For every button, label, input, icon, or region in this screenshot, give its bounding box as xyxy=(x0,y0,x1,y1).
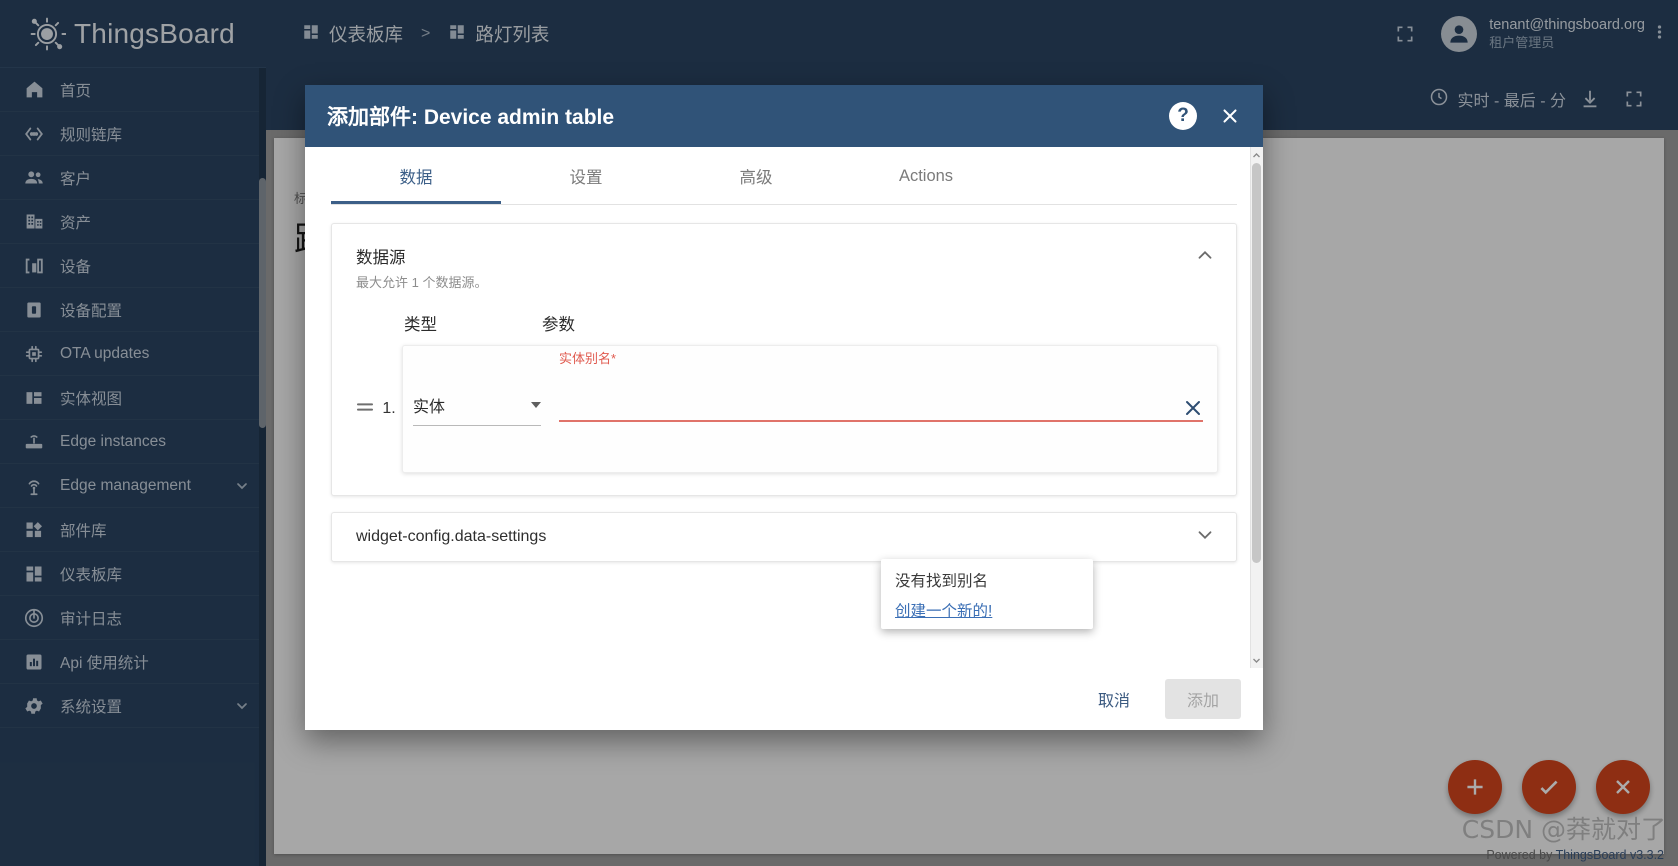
add-widget-dialog: 添加部件: Device admin table ? 数据 设置 高级 xyxy=(305,85,1263,730)
data-settings-panel-title: widget-config.data-settings xyxy=(356,528,1194,546)
tab-label: 数据 xyxy=(400,164,433,188)
required-mark: * xyxy=(611,351,616,366)
close-icon[interactable] xyxy=(1215,101,1245,131)
datasource-type-select[interactable]: 实体 xyxy=(413,393,541,426)
dialog-title: 添加部件: Device admin table xyxy=(327,101,1169,131)
data-settings-panel[interactable]: widget-config.data-settings xyxy=(331,512,1237,562)
datasource-row: 1. 实体 实体别名* xyxy=(350,345,1218,473)
chevron-down-icon[interactable] xyxy=(1194,524,1216,551)
thingsboard-app: 实时 - 最后 - 分 标题 路灯列表 xyxy=(0,0,1678,866)
datasource-panel-header: 数据源 最大允许 1 个数据源。 xyxy=(332,224,1236,295)
dialog-content: 数据 设置 高级 Actions 数据源 最大允许 1 个数据源。 xyxy=(305,147,1263,668)
drag-handle-icon[interactable] xyxy=(354,400,376,419)
dialog-scrollbar[interactable] xyxy=(1250,147,1263,668)
dialog-header: 添加部件: Device admin table ? xyxy=(305,85,1263,147)
datasource-type-value: 实体 xyxy=(413,393,445,417)
tab-advanced[interactable]: 高级 xyxy=(671,148,841,204)
entity-alias-label-text: 实体别名 xyxy=(559,351,611,366)
add-button[interactable]: 添加 xyxy=(1165,679,1241,719)
chevron-up-icon[interactable] xyxy=(1194,244,1216,266)
dialog-tabs: 数据 设置 高级 Actions xyxy=(331,147,1237,205)
tab-actions[interactable]: Actions xyxy=(841,148,1011,204)
datasource-row-card: 实体 实体别名* xyxy=(402,345,1218,473)
datasource-column-headers: 类型 参数 xyxy=(332,295,1236,335)
scroll-down-arrow-icon[interactable] xyxy=(1251,653,1262,667)
caret-down-icon xyxy=(531,402,541,408)
dialog-footer: 取消 添加 xyxy=(305,668,1263,730)
tab-label: 高级 xyxy=(740,164,773,188)
datasource-type-value-wrap[interactable]: 实体 xyxy=(413,393,541,426)
column-header-params: 参数 xyxy=(542,311,1236,335)
tab-data[interactable]: 数据 xyxy=(331,148,501,204)
tab-label: Actions xyxy=(899,167,953,186)
entity-alias-field: 实体别名* xyxy=(559,396,1203,422)
entity-alias-autocomplete-panel: 没有找到别名 创建一个新的! xyxy=(881,559,1093,629)
datasource-panel-title: 数据源 xyxy=(356,244,1212,268)
datasource-panel: 数据源 最大允许 1 个数据源。 类型 参数 1. xyxy=(331,223,1237,496)
help-icon[interactable]: ? xyxy=(1169,102,1197,130)
remove-datasource-button[interactable] xyxy=(1181,396,1207,422)
cancel-button[interactable]: 取消 xyxy=(1077,680,1151,718)
autocomplete-no-results-text: 没有找到别名 xyxy=(895,569,1079,591)
column-header-type: 类型 xyxy=(404,311,542,335)
datasource-index: 1. xyxy=(376,400,402,418)
dialog-scrollbar-thumb[interactable] xyxy=(1252,163,1261,563)
tab-settings[interactable]: 设置 xyxy=(501,148,671,204)
tab-label: 设置 xyxy=(570,164,603,188)
entity-alias-input[interactable] xyxy=(559,396,1203,422)
scroll-up-arrow-icon[interactable] xyxy=(1251,148,1262,162)
create-new-alias-link[interactable]: 创建一个新的! xyxy=(895,599,1079,621)
datasource-panel-subtitle: 最大允许 1 个数据源。 xyxy=(356,272,1212,291)
entity-alias-label: 实体别名* xyxy=(559,348,616,367)
